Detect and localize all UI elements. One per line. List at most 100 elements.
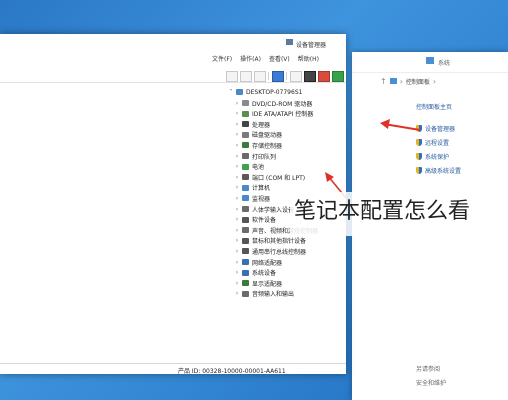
device-category-row[interactable]: › 端口 (COM 和 LPT) [234, 172, 305, 182]
chevron-right-icon[interactable]: › [234, 121, 240, 128]
chevron-right-icon[interactable]: › [234, 142, 240, 149]
device-category-row[interactable]: › 显示适配器 [234, 278, 282, 288]
menu-bar: 文件(F) 操作(A) 查看(V) 帮助(H) [212, 54, 319, 63]
chevron-right-icon[interactable]: › [234, 195, 240, 202]
device-category-label: 处理器 [252, 121, 271, 129]
control-panel-home-link[interactable]: 控制面板主页 [416, 102, 452, 111]
chevron-right-icon[interactable]: › [234, 290, 240, 297]
security-maintenance-link[interactable]: 安全和维护 [416, 378, 446, 387]
device-category-row[interactable]: › 电池 [234, 162, 264, 172]
sound-icon [242, 227, 249, 234]
device-category-label: 软件设备 [252, 217, 277, 225]
device-category-row[interactable]: › 处理器 [234, 119, 270, 129]
device-category-row[interactable]: › 鼠标和其他指针设备 [234, 236, 306, 246]
chevron-right-icon[interactable]: › [234, 227, 240, 234]
device-category-label: 磁盘驱动器 [252, 132, 283, 140]
device-category-label: 鼠标和其他指针设备 [252, 238, 307, 246]
device-category-row[interactable]: › 打印队列 [234, 151, 276, 161]
device-category-label: 系统设备 [252, 270, 277, 278]
annotation-caption: 笔记本配置怎么看 [290, 192, 475, 236]
system-window-icon [426, 57, 434, 64]
device-category-row[interactable]: › 磁盘驱动器 [234, 130, 282, 140]
system-device-icon [242, 269, 249, 276]
chevron-down-icon[interactable]: ˅ [228, 89, 234, 96]
device-category-label: 打印队列 [252, 153, 277, 161]
add-hardware-button[interactable] [332, 71, 344, 82]
device-manager-titlebar: 设备管理器 [0, 34, 346, 50]
chevron-right-icon[interactable]: › [234, 131, 240, 138]
chevron-right-icon[interactable]: › [234, 100, 240, 107]
device-category-label: 监视器 [252, 195, 271, 203]
hid-icon [242, 206, 249, 212]
device-category-label: 端口 (COM 和 LPT) [252, 174, 306, 182]
device-category-row[interactable]: › 计算机 [234, 183, 270, 193]
chevron-right-icon[interactable]: › [234, 184, 240, 191]
disable-device-button[interactable] [304, 71, 316, 82]
device-category-row[interactable]: › 系统设备 [234, 268, 276, 278]
chevron-right-icon[interactable]: › [234, 206, 240, 213]
disk-icon [242, 131, 249, 138]
device-category-row[interactable]: › 存储控制器 [234, 140, 282, 150]
toolbar-divider [286, 72, 287, 80]
menu-view[interactable]: 查看(V) [269, 54, 290, 63]
chevron-right-icon[interactable]: › [234, 259, 240, 266]
device-category-label: DVD/CD-ROM 驱动器 [252, 100, 313, 108]
scan-hardware-button[interactable] [272, 71, 284, 82]
list-view-button[interactable] [240, 71, 252, 82]
shield-icon [416, 125, 422, 132]
storage-icon [242, 142, 249, 149]
device-manager-link[interactable]: 设备管理器 [416, 124, 455, 133]
toolbar-divider [268, 72, 269, 80]
product-id-status: 产品 ID: 00328-10000-00001-AA611 [178, 368, 286, 375]
chevron-right-icon: › [432, 76, 437, 86]
advanced-system-settings-link[interactable]: 高级系统设置 [416, 166, 461, 175]
breadcrumb[interactable]: 控制面板 [406, 77, 430, 86]
properties-button[interactable] [226, 71, 238, 82]
help-button[interactable] [254, 71, 266, 82]
menu-help[interactable]: 帮助(H) [298, 54, 319, 63]
see-also-label: 另请参阅 [416, 366, 441, 373]
desktop-background: 系统 ↑ › 控制面板 › 控制面板主页 设备管理器 远程设置 系统保护 高级系… [0, 0, 508, 400]
chevron-right-icon[interactable]: › [234, 237, 240, 244]
uninstall-device-button[interactable] [318, 71, 330, 82]
chevron-right-icon[interactable]: › [234, 280, 240, 287]
chevron-right-icon[interactable]: › [234, 216, 240, 223]
computer-icon [242, 184, 249, 191]
device-category-row[interactable]: › 人体学输入设备 [234, 204, 294, 214]
software-device-icon [242, 216, 249, 223]
device-category-row[interactable]: › 网络适配器 [234, 257, 282, 267]
device-category-row[interactable]: › IDE ATA/ATAPI 控制器 [234, 109, 314, 119]
chevron-right-icon[interactable]: › [234, 110, 240, 117]
menu-file[interactable]: 文件(F) [212, 54, 232, 63]
chevron-right-icon[interactable]: › [234, 174, 240, 181]
system-protection-link[interactable]: 系统保护 [416, 152, 449, 161]
update-driver-button[interactable] [290, 71, 302, 82]
display-adapter-icon [242, 280, 249, 287]
toolbar [0, 70, 346, 83]
device-category-label: 音频输入和输出 [252, 291, 295, 299]
device-category-row[interactable]: › DVD/CD-ROM 驱动器 [234, 98, 312, 108]
remote-settings-link[interactable]: 远程设置 [416, 138, 449, 147]
system-address-bar[interactable]: ↑ › 控制面板 › [380, 74, 508, 88]
up-arrow-icon[interactable]: ↑ [380, 77, 387, 86]
device-category-row[interactable]: › 监视器 [234, 193, 270, 203]
tree-root[interactable]: ˅ DESKTOP-07796S1 [228, 87, 303, 97]
device-manager-icon [286, 39, 293, 45]
device-category-row[interactable]: › 音频输入和输出 [234, 289, 294, 299]
device-category-row[interactable]: › 通用串行总线控制器 [234, 246, 306, 256]
chevron-right-icon[interactable]: › [234, 248, 240, 255]
device-category-row[interactable]: › 软件设备 [234, 215, 276, 225]
chevron-right-icon[interactable]: › [234, 153, 240, 160]
chevron-right-icon[interactable]: › [234, 163, 240, 170]
disc-drive-icon [242, 100, 249, 106]
menu-action[interactable]: 操作(A) [240, 54, 261, 63]
controller-icon [242, 110, 249, 117]
device-category-label: 显示适配器 [252, 280, 283, 288]
chevron-right-icon[interactable]: › [234, 269, 240, 276]
device-category-label: 电池 [252, 164, 265, 172]
port-icon [242, 174, 249, 181]
system-titlebar: 系统 [352, 52, 508, 73]
device-category-label: 通用串行总线控制器 [252, 248, 307, 256]
processor-icon [242, 121, 249, 128]
device-category-label: 网络适配器 [252, 259, 283, 267]
